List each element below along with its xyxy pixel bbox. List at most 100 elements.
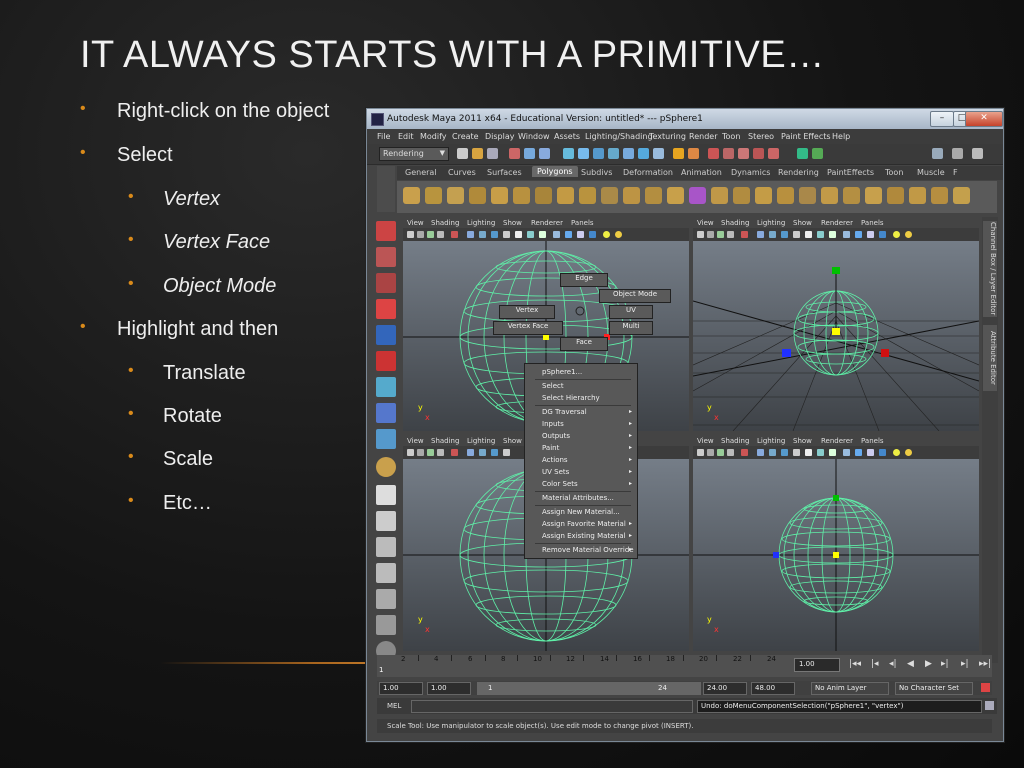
menu-window[interactable]: Window (518, 132, 550, 141)
rotate-tool-icon[interactable] (376, 325, 396, 345)
vp-menu-view[interactable]: View (697, 437, 714, 445)
poly-plane-icon[interactable] (491, 187, 508, 204)
shelf-tab-subdivs[interactable]: Subdivs (581, 168, 612, 177)
menu-stereo[interactable]: Stereo (748, 132, 774, 141)
shelf-tab-polygons[interactable]: Polygons (532, 166, 578, 177)
attribute-editor-tab[interactable]: Attribute Editor (983, 325, 997, 391)
toggle-icon[interactable] (738, 148, 749, 159)
context-menu-item[interactable]: Assign Favorite Material ▸ (525, 518, 637, 530)
vp-menu-renderer[interactable]: Renderer (531, 219, 563, 227)
magnet-icon[interactable] (753, 148, 764, 159)
extract-icon[interactable] (645, 187, 662, 204)
select-hierarchy-icon[interactable] (509, 148, 520, 159)
select-object-icon[interactable] (524, 148, 535, 159)
menu-create[interactable]: Create (452, 132, 479, 141)
playback-end-field[interactable]: 24.00 (703, 682, 747, 695)
current-frame-field[interactable]: 1.00 (794, 658, 840, 672)
context-menu-item[interactable]: DG Traversal ▸ (525, 406, 637, 418)
vp-menu-renderer[interactable]: Renderer (821, 219, 853, 227)
viewport-perspective[interactable]: View Shading Lighting Show Renderer Pane… (693, 217, 979, 431)
poly-prism-icon[interactable] (535, 187, 552, 204)
context-menu-item[interactable]: Material Attributes... (525, 492, 637, 504)
mel-label[interactable]: MEL (387, 702, 401, 710)
menu-set-dropdown[interactable]: Rendering ▼ (379, 147, 449, 161)
ipr-icon[interactable] (673, 148, 684, 159)
script-editor-icon[interactable] (985, 701, 994, 710)
persp-outliner-layout-icon[interactable] (376, 537, 396, 557)
viewport-bottom-right[interactable]: View Shading Lighting Show Renderer Pane… (693, 435, 979, 651)
poly-pipe-icon[interactable] (579, 187, 596, 204)
render-icon[interactable] (653, 148, 664, 159)
end-time-field[interactable]: 48.00 (751, 682, 795, 695)
go-to-end-icon[interactable]: ▸▸| (979, 659, 991, 669)
vp-menu-view[interactable]: View (697, 219, 714, 227)
shelf-tab-deformation[interactable]: Deformation (623, 168, 673, 177)
select-tool-icon[interactable] (376, 221, 396, 241)
context-menu-item[interactable]: Assign New Material... (525, 506, 637, 518)
vp-menu-view[interactable]: View (407, 437, 424, 445)
open-scene-icon[interactable] (472, 148, 483, 159)
vp-menu-shading[interactable]: Shading (721, 219, 749, 227)
attribute-icon[interactable] (768, 148, 779, 159)
menu-paint-effects[interactable]: Paint Effects (781, 132, 831, 141)
shelf-tab-curves[interactable]: Curves (448, 168, 476, 177)
polygon-cube-icon[interactable] (689, 187, 706, 204)
context-menu-item[interactable]: Paint ▸ (525, 442, 637, 454)
vp-menu-shading[interactable]: Shading (431, 437, 459, 445)
persp-graph-layout-icon[interactable] (376, 563, 396, 583)
snap-surface-icon[interactable] (623, 148, 634, 159)
merge-icon[interactable] (887, 187, 904, 204)
separate-icon[interactable] (623, 187, 640, 204)
context-menu-item[interactable]: Select Hierarchy (525, 392, 637, 404)
shelf-tab-more[interactable]: F (953, 168, 958, 177)
last-tool-icon[interactable] (376, 457, 396, 477)
save-scene-icon[interactable] (487, 148, 498, 159)
soft-mod-icon[interactable] (376, 403, 396, 423)
snap-grid-icon[interactable] (563, 148, 574, 159)
vp-menu-show[interactable]: Show (793, 219, 812, 227)
vp-menu-panels[interactable]: Panels (861, 219, 884, 227)
paint-select-icon[interactable] (376, 273, 396, 293)
menu-modify[interactable]: Modify (420, 132, 447, 141)
snap-curve-icon[interactable] (578, 148, 589, 159)
channel-box-tab[interactable]: Channel Box / Layer Editor (983, 221, 997, 317)
single-perspective-layout-icon[interactable] (376, 485, 396, 505)
marking-menu-multi[interactable]: Multi (609, 321, 653, 335)
menu-render[interactable]: Render (689, 132, 717, 141)
menu-texturing[interactable]: Texturing (649, 132, 686, 141)
uv-icon[interactable] (909, 187, 926, 204)
marking-menu-vertex-face[interactable]: Vertex Face (493, 321, 563, 335)
command-input[interactable] (411, 700, 693, 713)
render-settings-icon[interactable] (688, 148, 699, 159)
show-hide-icon[interactable] (932, 148, 943, 159)
smooth-icon[interactable] (711, 187, 728, 204)
context-menu-item[interactable]: Remove Material Override ▸ (525, 544, 637, 556)
scale-tool-icon[interactable] (376, 351, 396, 371)
vp-menu-lighting[interactable]: Lighting (467, 437, 495, 445)
hypershade-layout-icon[interactable] (376, 589, 396, 609)
shelf-tab-muscle[interactable]: Muscle (917, 168, 945, 177)
step-forward-icon[interactable]: ▸| (961, 659, 969, 669)
auto-key-icon[interactable] (981, 683, 990, 692)
context-menu-item[interactable]: pSphere1... (525, 366, 637, 378)
marking-menu-edge[interactable]: Edge (560, 273, 608, 287)
vp-menu-panels[interactable]: Panels (571, 219, 594, 227)
context-menu-item[interactable]: Color Sets ▸ (525, 478, 637, 490)
vp-menu-view[interactable]: View (407, 219, 424, 227)
planar-map-icon[interactable] (931, 187, 948, 204)
append-icon[interactable] (799, 187, 816, 204)
channel-box-icon[interactable] (812, 148, 823, 159)
shelf-tab-painteffects[interactable]: PaintEffects (827, 168, 874, 177)
vp-menu-show[interactable]: Show (793, 437, 812, 445)
layout-icon[interactable] (797, 148, 808, 159)
vp-menu-show[interactable]: Show (503, 219, 522, 227)
marking-menu-vertex[interactable]: Vertex (499, 305, 555, 319)
playback-start-field[interactable]: 1.00 (427, 682, 471, 695)
context-menu-item[interactable]: UV Sets ▸ (525, 466, 637, 478)
context-menu-item[interactable]: Actions ▸ (525, 454, 637, 466)
vp-menu-panels[interactable]: Panels (861, 437, 884, 445)
marking-menu-object-mode[interactable]: Object Mode (599, 289, 671, 303)
vp-menu-shading[interactable]: Shading (431, 219, 459, 227)
range-slider[interactable]: 1 24 (477, 682, 701, 695)
menu-assets[interactable]: Assets (554, 132, 580, 141)
